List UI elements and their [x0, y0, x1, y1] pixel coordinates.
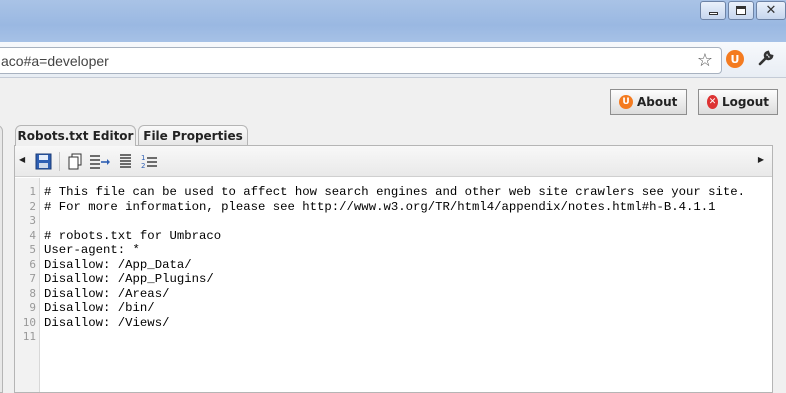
umbraco-logo-icon: U — [619, 95, 633, 109]
line-number: 5 — [29, 243, 36, 256]
toolbar-scroll-right-icon[interactable]: ▶ — [758, 155, 764, 164]
line-number-gutter: 1 2 3 4 5 6 7 8 9 10 11 — [15, 178, 40, 392]
editor-panel: ◀ 1 2 ▶ 1 2 3 4 5 6 7 8 9 10 11 # This f… — [14, 145, 773, 393]
wrench-icon[interactable] — [757, 49, 775, 71]
numbered-list-icon[interactable]: 1 2 — [141, 153, 158, 170]
line-number: 11 — [22, 330, 36, 343]
tab-file-properties[interactable]: File Properties — [138, 125, 248, 145]
window-controls: ✕ — [700, 1, 786, 20]
code-line[interactable]: # This file can be used to affect how se… — [44, 185, 745, 200]
browser-toolbar: aco#a=developer ☆ U — [0, 42, 786, 78]
line-number: 3 — [29, 214, 36, 227]
indent-icon[interactable] — [89, 153, 111, 170]
code-line[interactable]: Disallow: /Views/ — [44, 316, 169, 331]
logout-button[interactable]: ✕ Logout — [698, 89, 778, 115]
umbraco-icon[interactable]: U — [726, 50, 744, 68]
minimize-icon — [708, 12, 718, 15]
code-line[interactable]: # robots.txt for Umbraco — [44, 229, 221, 244]
svg-text:2: 2 — [141, 162, 145, 170]
address-bar[interactable]: aco#a=developer ☆ — [0, 47, 722, 74]
code-line[interactable]: User-agent: * — [44, 243, 140, 258]
align-icon[interactable] — [117, 153, 134, 170]
code-line[interactable]: # For more information, please see http:… — [44, 200, 716, 215]
tab-robots-editor[interactable]: Robots.txt Editor — [15, 125, 136, 146]
line-number: 6 — [29, 257, 36, 271]
code-line[interactable]: Disallow: /App_Plugins/ — [44, 272, 214, 287]
close-icon: ✕ — [765, 3, 777, 18]
line-number: 4 — [29, 228, 36, 242]
about-label: About — [637, 95, 678, 109]
url-text[interactable]: aco#a=developer — [1, 53, 109, 69]
window-titlebar: ✕ — [0, 0, 786, 42]
copy-icon[interactable] — [67, 153, 84, 170]
maximize-icon — [736, 6, 746, 15]
save-icon[interactable] — [35, 153, 52, 170]
tab-label: Robots.txt Editor — [17, 129, 134, 143]
line-number: 8 — [29, 286, 36, 300]
close-button[interactable]: ✕ — [756, 1, 786, 20]
maximize-button[interactable] — [728, 1, 754, 20]
editor-toolbar: ◀ 1 2 ▶ — [15, 146, 772, 177]
tree-panel-edge — [0, 125, 3, 393]
line-number: 1 — [29, 185, 36, 198]
code-line[interactable]: Disallow: /bin/ — [44, 301, 155, 316]
svg-text:1: 1 — [141, 154, 145, 162]
tab-label: File Properties — [143, 128, 243, 143]
umbraco-header: U About ✕ Logout — [0, 79, 786, 117]
toolbar-separator — [59, 152, 60, 171]
line-number: 7 — [29, 272, 36, 285]
code-line[interactable]: Disallow: /Areas/ — [44, 287, 169, 302]
toolbar-scroll-left-icon[interactable]: ◀ — [19, 155, 25, 164]
minimize-button[interactable] — [700, 1, 726, 20]
line-number: 2 — [29, 199, 36, 213]
about-button[interactable]: U About — [610, 89, 687, 115]
logout-icon: ✕ — [707, 95, 718, 109]
logout-label: Logout — [721, 95, 769, 109]
line-number: 10 — [22, 315, 36, 329]
code-line[interactable]: Disallow: /App_Data/ — [44, 258, 192, 273]
star-icon[interactable]: ☆ — [697, 50, 713, 71]
line-number: 9 — [29, 301, 36, 314]
